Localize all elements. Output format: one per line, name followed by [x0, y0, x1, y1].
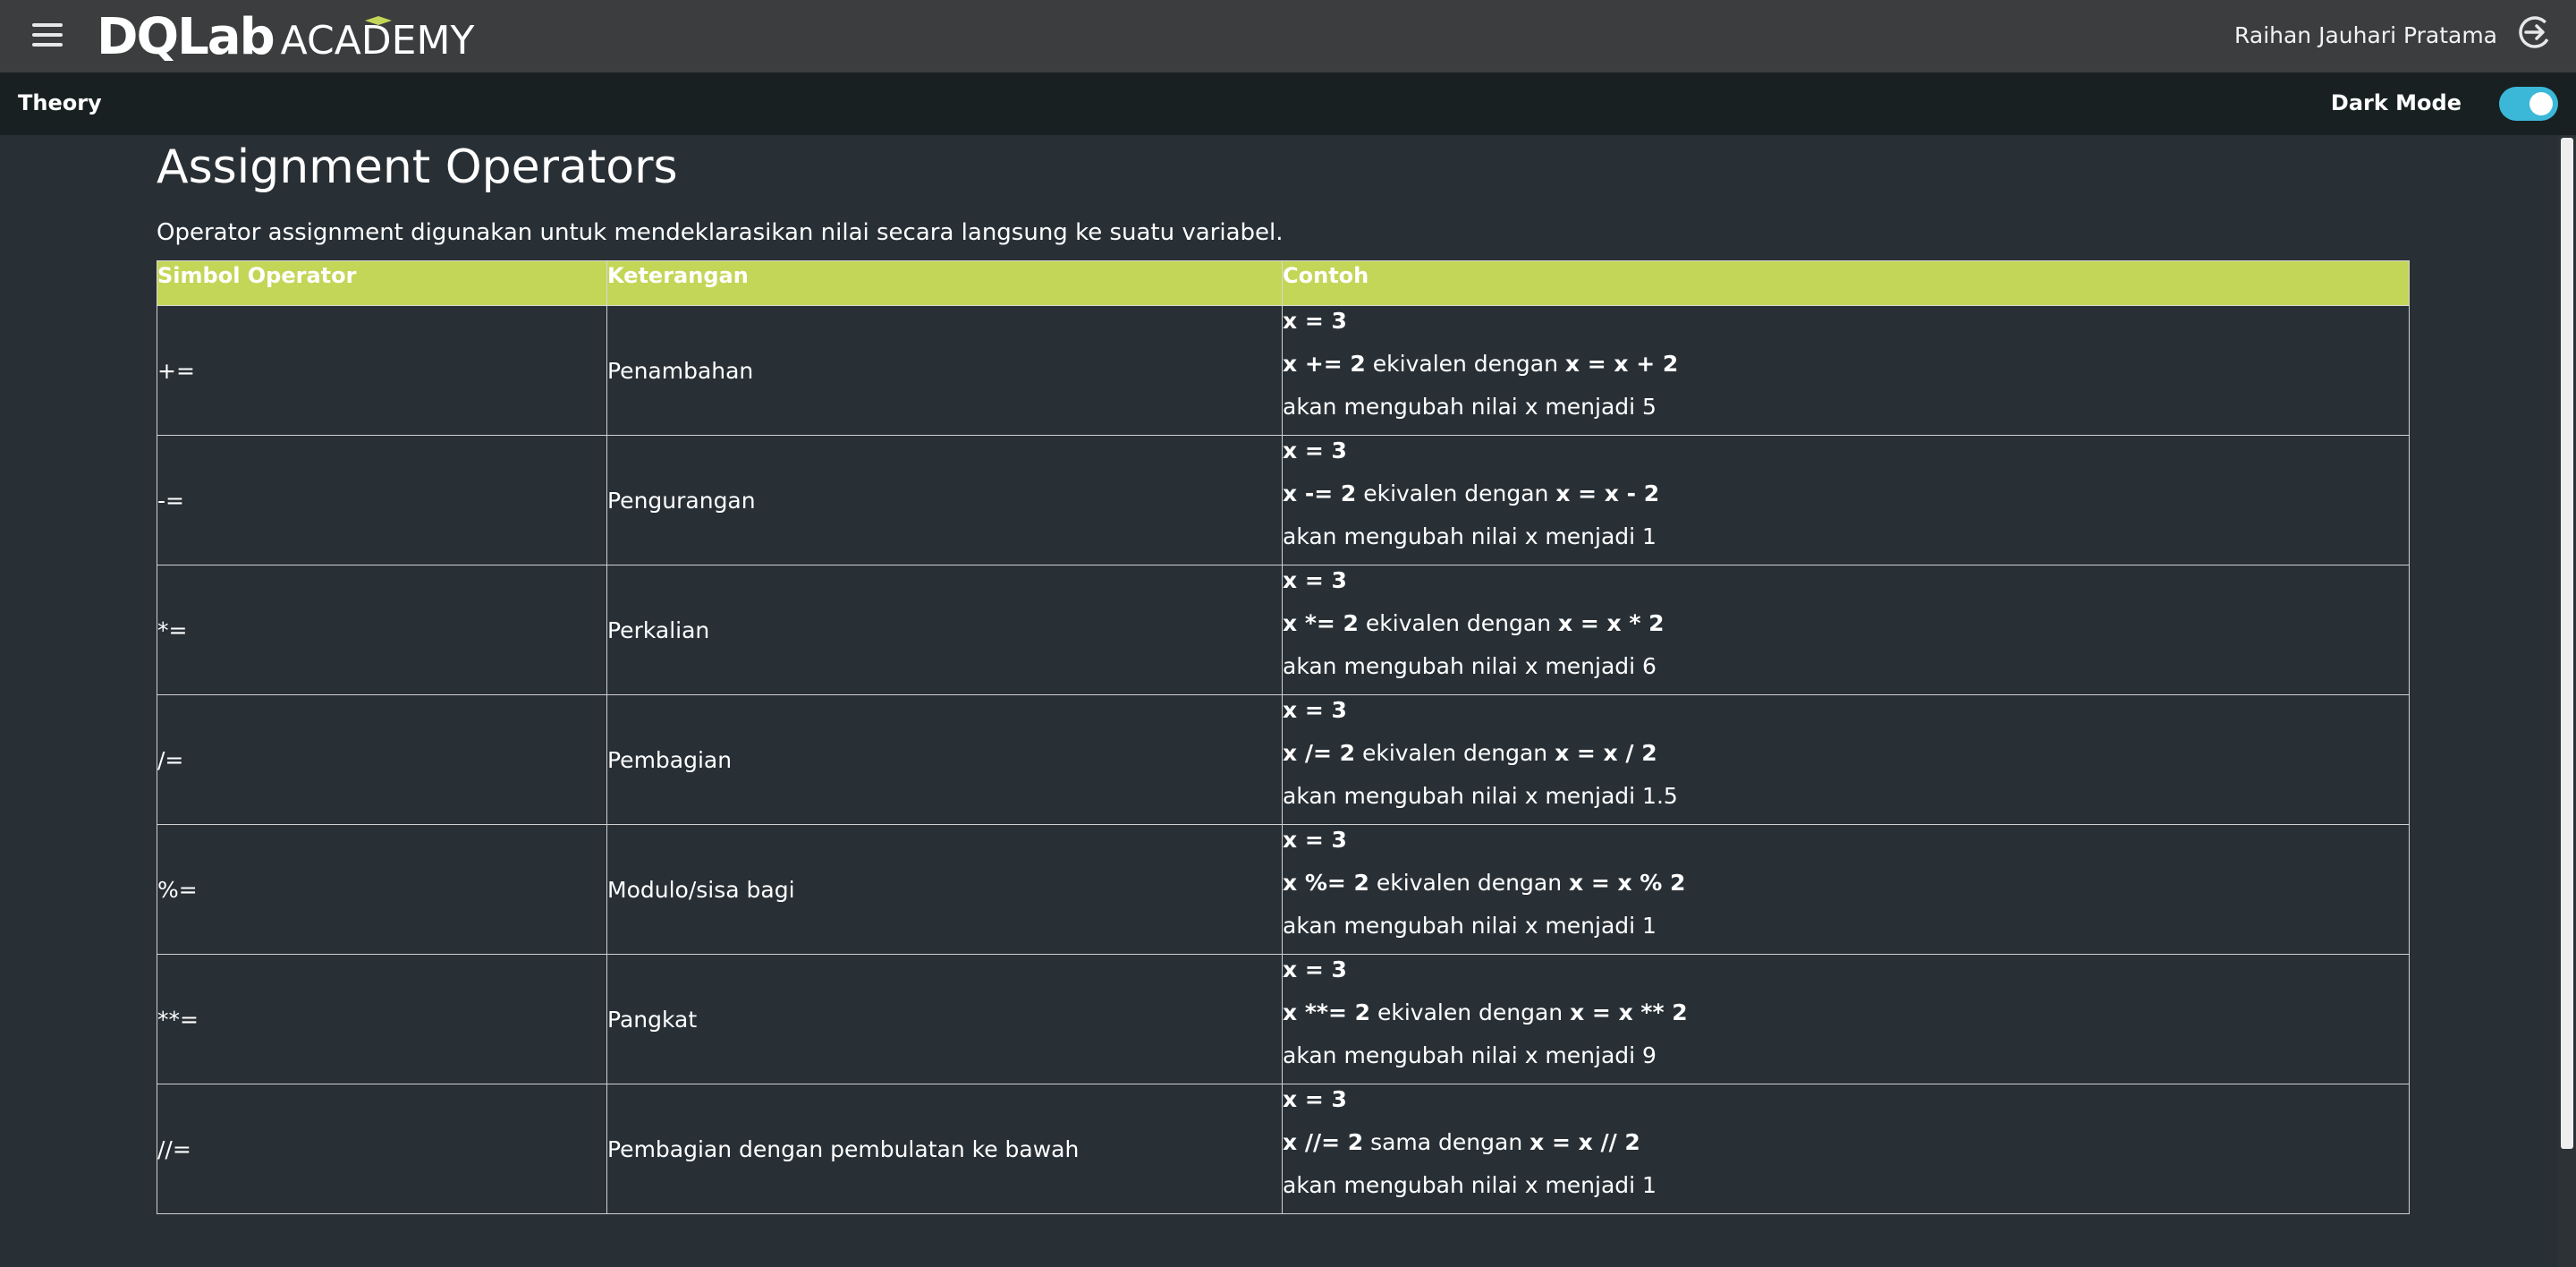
- cell-description: Pangkat: [606, 954, 1283, 1084]
- example-init: x = 3: [1283, 697, 1347, 723]
- operators-table: Simbol Operator Keterangan Contoh += Pen…: [157, 260, 2410, 1214]
- cell-example: x = 3 x **= 2 ekivalen dengan x = x ** 2…: [1282, 954, 2410, 1084]
- example-init: x = 3: [1283, 1086, 1347, 1112]
- cell-description: Pembagian: [606, 694, 1283, 825]
- example-connector: ekivalen dengan: [1358, 610, 1559, 636]
- hamburger-menu-icon[interactable]: [32, 20, 66, 50]
- cell-description: Penambahan: [606, 305, 1283, 436]
- example-result: akan mengubah nilai x menjadi 9: [1283, 1042, 1657, 1068]
- header-description: Keterangan: [606, 260, 1283, 306]
- page-description: Operator assignment digunakan untuk mend…: [157, 219, 1284, 246]
- dark-mode-toggle-knob: [2529, 92, 2553, 115]
- example-result: akan mengubah nilai x menjadi 5: [1283, 394, 1657, 420]
- cell-example: x = 3 x /= 2 ekivalen dengan x = x / 2 a…: [1282, 694, 2410, 825]
- cell-example: x = 3 x += 2 ekivalen dengan x = x + 2 a…: [1282, 305, 2410, 436]
- scrollbar-thumb[interactable]: [2561, 138, 2573, 1149]
- sub-navbar: Theory Dark Mode: [0, 72, 2576, 135]
- table-row: *= Perkalian x = 3 x *= 2 ekivalen denga…: [157, 565, 2410, 695]
- example-init: x = 3: [1283, 438, 1347, 463]
- cell-symbol: /=: [157, 694, 607, 825]
- cell-symbol: //=: [157, 1084, 607, 1214]
- example-op: x *= 2: [1283, 610, 1359, 636]
- cell-example: x = 3 x *= 2 ekivalen dengan x = x * 2 a…: [1282, 565, 2410, 695]
- table-row: **= Pangkat x = 3 x **= 2 ekivalen denga…: [157, 954, 2410, 1084]
- example-connector: ekivalen dengan: [1365, 351, 1565, 377]
- table-row: %= Modulo/sisa bagi x = 3 x %= 2 ekivale…: [157, 824, 2410, 955]
- example-init: x = 3: [1283, 308, 1347, 334]
- cell-symbol: +=: [157, 305, 607, 436]
- example-init: x = 3: [1283, 567, 1347, 593]
- example-equivalent: x = x % 2: [1569, 870, 1686, 896]
- table-row: /= Pembagian x = 3 x /= 2 ekivalen denga…: [157, 694, 2410, 825]
- table-header-row: Simbol Operator Keterangan Contoh: [157, 260, 2410, 306]
- table-row: -= Pengurangan x = 3 x -= 2 ekivalen den…: [157, 435, 2410, 565]
- dark-mode-label: Dark Mode: [2330, 90, 2462, 115]
- cell-symbol: **=: [157, 954, 607, 1084]
- table-row: //= Pembagian dengan pembulatan ke bawah…: [157, 1084, 2410, 1214]
- header-symbol: Simbol Operator: [157, 260, 607, 306]
- cell-example: x = 3 x -= 2 ekivalen dengan x = x - 2 a…: [1282, 435, 2410, 565]
- cell-symbol: %=: [157, 824, 607, 955]
- example-result: akan mengubah nilai x menjadi 6: [1283, 653, 1657, 679]
- example-result: akan mengubah nilai x menjadi 1: [1283, 1172, 1657, 1198]
- example-connector: ekivalen dengan: [1355, 740, 1555, 766]
- example-op: x /= 2: [1283, 740, 1356, 766]
- cell-description: Pembagian dengan pembulatan ke bawah: [606, 1084, 1283, 1214]
- cell-symbol: -=: [157, 435, 607, 565]
- example-result: akan mengubah nilai x menjadi 1: [1283, 913, 1657, 939]
- example-op: x %= 2: [1283, 870, 1369, 896]
- example-op: x **= 2: [1283, 999, 1371, 1025]
- logout-icon[interactable]: [2517, 14, 2553, 50]
- top-navbar: DQLab ACADEMY Raihan Jauhari Pratama: [0, 0, 2576, 72]
- header-example: Contoh: [1282, 260, 2410, 306]
- example-init: x = 3: [1283, 957, 1347, 982]
- page-title: Assignment Operators: [157, 140, 678, 194]
- cell-example: x = 3 x //= 2 sama dengan x = x // 2 aka…: [1282, 1084, 2410, 1214]
- table-row: += Penambahan x = 3 x += 2 ekivalen deng…: [157, 305, 2410, 436]
- example-init: x = 3: [1283, 827, 1347, 853]
- example-equivalent: x = x // 2: [1530, 1129, 1640, 1155]
- example-connector: ekivalen dengan: [1368, 870, 1569, 896]
- example-equivalent: x = x + 2: [1564, 351, 1679, 377]
- cell-description: Pengurangan: [606, 435, 1283, 565]
- dqlab-logo[interactable]: DQLab ACADEMY: [97, 11, 474, 64]
- example-result: akan mengubah nilai x menjadi 1.5: [1283, 783, 1678, 809]
- example-equivalent: x = x ** 2: [1570, 999, 1688, 1025]
- example-equivalent: x = x * 2: [1558, 610, 1665, 636]
- cell-symbol: *=: [157, 565, 607, 695]
- user-name[interactable]: Raihan Jauhari Pratama: [2234, 21, 2497, 50]
- example-equivalent: x = x - 2: [1555, 480, 1660, 506]
- example-result: akan mengubah nilai x menjadi 1: [1283, 523, 1657, 549]
- dark-mode-toggle[interactable]: [2499, 87, 2558, 121]
- example-op: x -= 2: [1283, 480, 1357, 506]
- cell-description: Modulo/sisa bagi: [606, 824, 1283, 955]
- example-connector: sama dengan: [1363, 1129, 1530, 1155]
- section-title: Theory: [18, 90, 102, 115]
- content-area: Assignment Operators Operator assignment…: [0, 135, 2558, 1267]
- example-connector: ekivalen dengan: [1356, 480, 1556, 506]
- example-op: x //= 2: [1283, 1129, 1364, 1155]
- example-equivalent: x = x / 2: [1555, 740, 1657, 766]
- logo-main-text: DQLab: [97, 8, 275, 66]
- example-connector: ekivalen dengan: [1370, 999, 1571, 1025]
- cell-example: x = 3 x %= 2 ekivalen dengan x = x % 2 a…: [1282, 824, 2410, 955]
- cell-description: Perkalian: [606, 565, 1283, 695]
- graduation-cap-icon: [365, 16, 392, 25]
- example-op: x += 2: [1283, 351, 1366, 377]
